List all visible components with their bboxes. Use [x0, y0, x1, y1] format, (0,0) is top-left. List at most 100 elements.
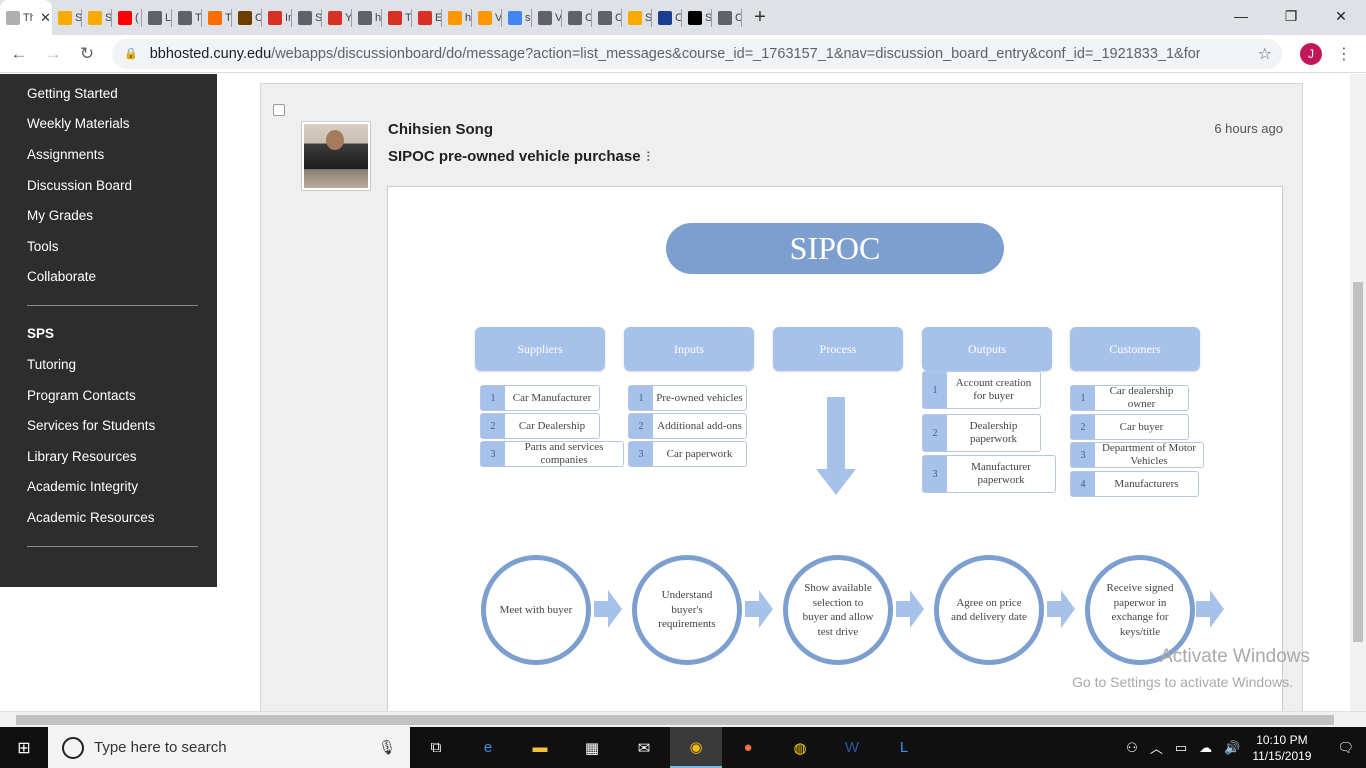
taskbar-clock[interactable]: 10:10 PM 11/15/2019: [1252, 732, 1311, 764]
tab-label: S: [315, 11, 322, 24]
browser-tab[interactable]: C: [562, 0, 592, 35]
sidebar-item-academic-integrity[interactable]: Academic Integrity: [27, 479, 138, 494]
minimize-button[interactable]: —: [1216, 0, 1266, 32]
output-item: 2 Dealership paperwork: [922, 414, 1041, 452]
sidebar-item-program-contacts[interactable]: Program Contacts: [27, 388, 136, 403]
sidebar-item-my-grades[interactable]: My Grades: [27, 208, 93, 223]
task-view-icon[interactable]: ⧉: [410, 727, 462, 768]
window-controls: — ❐ ✕: [1216, 0, 1366, 32]
browser-tab[interactable]: T: [172, 0, 202, 35]
browser-tab[interactable]: In: [262, 0, 292, 35]
tab-favicon-icon: [118, 10, 132, 25]
header-suppliers: Suppliers: [475, 327, 605, 371]
browser-tab[interactable]: S: [682, 0, 712, 35]
tab-label: C: [735, 11, 742, 24]
sidebar-item-weekly-materials[interactable]: Weekly Materials: [27, 116, 130, 131]
url-domain: bbhosted.cuny.edu: [149, 45, 272, 62]
edge-icon[interactable]: e: [462, 727, 514, 768]
browser-tab[interactable]: T: [382, 0, 412, 35]
horizontal-scrollbar[interactable]: [0, 711, 1366, 727]
tab-favicon-icon: [268, 10, 282, 25]
sidebar-item-getting-started[interactable]: Getting Started: [27, 86, 118, 101]
reload-icon[interactable]: ↻: [72, 39, 102, 69]
word-icon[interactable]: W: [826, 727, 878, 768]
horizontal-scroll-thumb[interactable]: [16, 715, 1334, 725]
paperclip-icon: ⫶: [646, 148, 650, 164]
maximize-button[interactable]: ❐: [1266, 0, 1316, 32]
sidebar-item-library-resources[interactable]: Library Resources: [27, 449, 137, 464]
taskbar-search[interactable]: Type here to search 🎙: [48, 727, 410, 768]
profile-avatar[interactable]: J: [1300, 42, 1322, 65]
browser-tab[interactable]: E: [412, 0, 442, 35]
file-explorer-icon[interactable]: ▬: [514, 727, 566, 768]
browser-tab[interactable]: V: [532, 0, 562, 35]
sidebar-divider: [27, 305, 198, 306]
sidebar-item-services-for-students[interactable]: Services for Students: [27, 418, 155, 433]
post-select-checkbox[interactable]: [273, 104, 285, 116]
tab-favicon-icon: [88, 10, 102, 25]
mail-icon[interactable]: ✉: [618, 727, 670, 768]
browser-tab[interactable]: S: [292, 0, 322, 35]
windows-start-icon[interactable]: ⊞: [0, 727, 48, 768]
browser-tab[interactable]: C: [592, 0, 622, 35]
sidebar-item-collaborate[interactable]: Collaborate: [27, 269, 96, 284]
browser-tab[interactable]: C: [232, 0, 262, 35]
browser-tab[interactable]: L: [142, 0, 172, 35]
menu-dots-icon[interactable]: ⋮: [1336, 44, 1352, 64]
tab-label: S: [105, 11, 112, 24]
browser-tab[interactable]: Y: [322, 0, 352, 35]
new-tab-button[interactable]: +: [742, 0, 778, 35]
sidebar-item-assignments[interactable]: Assignments: [27, 147, 104, 162]
norton-icon[interactable]: ◍: [774, 727, 826, 768]
notification-icon[interactable]: 🗨: [1337, 740, 1354, 756]
forward-arrow-icon[interactable]: →: [38, 39, 68, 69]
post-author[interactable]: Chihsien Song: [388, 121, 493, 138]
browser-tab[interactable]: S: [622, 0, 652, 35]
sidebar-item-academic-resources[interactable]: Academic Resources: [27, 510, 155, 525]
tray-chevron-icon[interactable]: ︿: [1150, 738, 1163, 757]
tab-favicon-icon: [328, 10, 342, 25]
back-arrow-icon[interactable]: ←: [4, 39, 34, 69]
browser-tab[interactable]: h: [352, 0, 382, 35]
lock-icon: 🔒: [124, 48, 138, 60]
tab-label: T: [405, 11, 412, 24]
process-step: Show available selection to buyer and al…: [783, 555, 893, 665]
sidebar-item-tutoring[interactable]: Tutoring: [27, 357, 76, 372]
chrome-icon[interactable]: ◉: [670, 727, 722, 768]
store-icon[interactable]: ▦: [566, 727, 618, 768]
sidebar-item-discussion-board[interactable]: Discussion Board: [27, 178, 132, 193]
browser-tab[interactable]: S: [52, 0, 82, 35]
vertical-scrollbar[interactable]: [1350, 74, 1366, 711]
customer-item: 1 Car dealership owner: [1070, 385, 1189, 411]
customer-item: 3 Department of Motor Vehicles: [1070, 442, 1204, 468]
tab-favicon-icon: [208, 10, 222, 25]
browser-tab[interactable]: s: [502, 0, 532, 35]
browser-tab[interactable]: C: [652, 0, 682, 35]
tab-close-icon[interactable]: ✕: [40, 10, 51, 26]
firefox-icon[interactable]: ●: [722, 727, 774, 768]
cortana-icon: [62, 736, 84, 759]
browser-tab[interactable]: V: [472, 0, 502, 35]
people-icon[interactable]: ⚇: [1126, 740, 1138, 756]
bookmark-star-icon[interactable]: ☆: [1258, 44, 1272, 64]
microphone-icon[interactable]: 🎙: [378, 739, 396, 756]
lync-icon[interactable]: L: [878, 727, 930, 768]
onedrive-icon[interactable]: ☁: [1199, 740, 1212, 756]
url-bar[interactable]: 🔒 bbhosted.cuny.edu/webapps/discussionbo…: [112, 38, 1282, 69]
browser-tab[interactable]: (: [112, 0, 142, 35]
browser-tab[interactable]: S: [82, 0, 112, 35]
vertical-scroll-thumb[interactable]: [1353, 282, 1363, 642]
tab-favicon-icon: [6, 10, 20, 25]
input-item: 2 Additional add-ons: [628, 413, 747, 439]
network-icon[interactable]: ▭: [1175, 740, 1187, 756]
browser-tab[interactable]: C: [712, 0, 742, 35]
tab-label: T: [225, 11, 232, 24]
sidebar-item-tools[interactable]: Tools: [27, 239, 59, 254]
browser-tab[interactable]: h: [442, 0, 472, 35]
browser-tab-strip: Th ✕ S S(L T T C In S Yh T Eh Vs V C C S C S C +: [0, 0, 1366, 35]
volume-icon[interactable]: 🔊: [1224, 740, 1240, 756]
url-path: /webapps/discussionboard/do/message?acti…: [271, 45, 1200, 62]
browser-tab[interactable]: Th ✕: [0, 0, 52, 35]
window-close-button[interactable]: ✕: [1316, 0, 1366, 32]
browser-tab[interactable]: T: [202, 0, 232, 35]
